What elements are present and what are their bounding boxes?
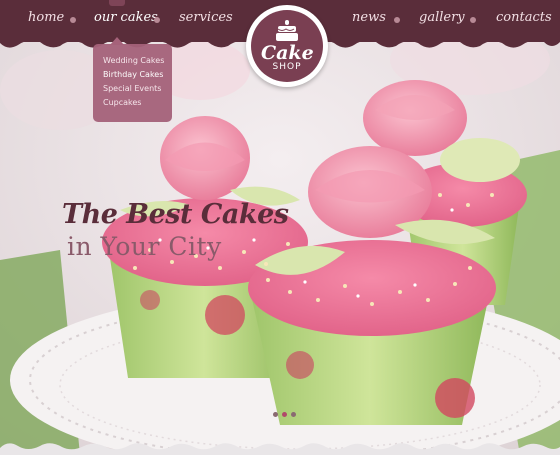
slider-dot[interactable] [291,412,296,417]
nav-separator [394,17,400,23]
nav-news[interactable]: news [352,10,386,32]
hero-subheadline: in Your City [67,232,222,261]
slider-dot-active[interactable] [282,412,287,417]
active-nav-indicator [109,0,125,6]
nav-contacts[interactable]: contacts [496,10,552,32]
dropdown-item-birthday-cakes[interactable]: Birthday Cakes [103,70,163,79]
dropdown-item-wedding-cakes[interactable]: Wedding Cakes [103,56,164,65]
nav-gallery[interactable]: gallery [419,10,465,32]
page: home our cakes services news gallery con… [0,0,560,455]
nav-separator [154,17,160,23]
our-cakes-dropdown: Wedding Cakes Birthday Cakes Special Eve… [93,44,172,122]
dropdown-item-cupcakes[interactable]: Cupcakes [103,98,141,107]
dropdown-item-special-events[interactable]: Special Events [103,84,161,93]
logo-text-shop: SHOP [272,62,302,72]
bottom-frosting-border [0,443,560,455]
nav-home[interactable]: home [28,10,64,32]
nav-services[interactable]: services [179,10,233,32]
slider-dot[interactable] [273,412,278,417]
nav-our-cakes[interactable]: our cakes [94,10,158,32]
logo-badge: Cake SHOP [251,10,323,82]
nav-separator [70,17,76,23]
cake-icon [276,20,298,41]
logo-text-cake: Cake [261,42,314,64]
cake-shop-logo[interactable]: Cake SHOP [246,5,328,87]
hero-headline: The Best Cakes [62,199,289,230]
nav-separator [470,17,476,23]
